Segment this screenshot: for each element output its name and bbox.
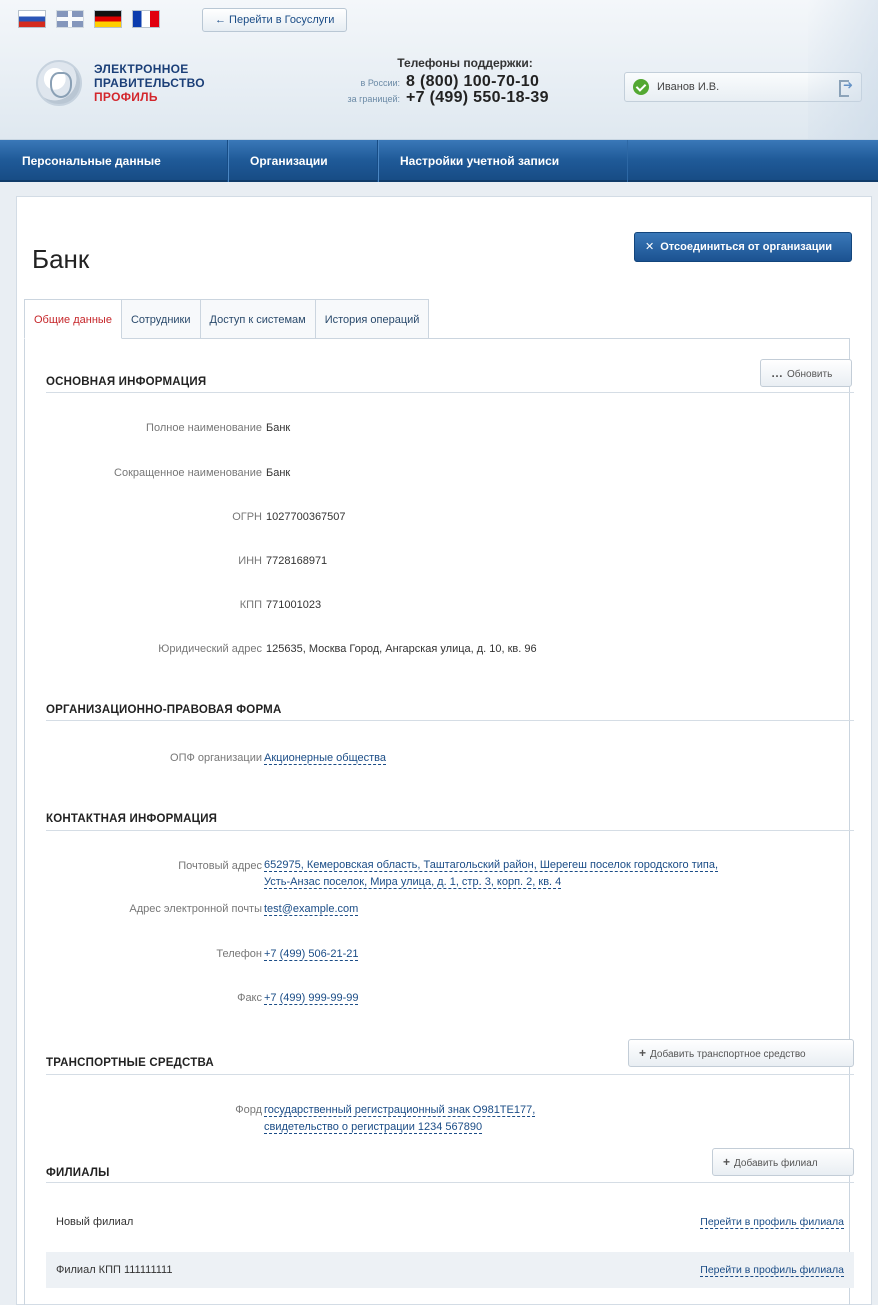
branch-name: Новый филиал <box>56 1216 134 1228</box>
logo-line-2: ПРАВИТЕЛЬСТВО <box>94 76 205 90</box>
field-value-inn: 7728168971 <box>266 555 328 567</box>
field-label-ogrn: ОГРН <box>232 511 262 523</box>
field-link-fax[interactable]: +7 (499) 999-99-99 <box>264 990 359 1007</box>
detach-organization-button[interactable]: ✕ Отсоединиться от организации <box>634 232 852 262</box>
field-link-email[interactable]: test@example.com <box>264 901 359 918</box>
field-link-opf[interactable]: Акционерные общества <box>264 750 387 767</box>
section-divider <box>46 830 854 831</box>
field-label-fax: Факс <box>237 992 262 1004</box>
close-icon: ✕ <box>645 241 655 253</box>
support-russia-label: в России: <box>360 78 400 88</box>
logout-icon[interactable] <box>837 78 853 97</box>
section-title-contacts: КОНТАКТНАЯ ИНФОРМАЦИЯ <box>46 813 218 825</box>
tabs: Общие данные Сотрудники Доступ к система… <box>24 299 430 339</box>
nav-item-organizations[interactable]: Организации <box>228 140 378 182</box>
field-label-short-name: Сокращенное наименование <box>114 467 262 479</box>
user-panel[interactable]: Иванов И.В. <box>624 72 862 102</box>
field-label-vehicle: Форд <box>235 1104 262 1116</box>
field-link-postal-address[interactable]: 652975, Кемеровская область, Таштагольск… <box>264 857 719 891</box>
emblem-icon <box>36 60 82 106</box>
tab-operations-history[interactable]: История операций <box>315 299 430 339</box>
language-switcher <box>18 10 160 28</box>
field-link-vehicle[interactable]: государственный регистрационный знак О98… <box>264 1102 536 1136</box>
tab-employees[interactable]: Сотрудники <box>121 299 201 339</box>
nav-item-personal-data[interactable]: Персональные данные <box>0 140 228 182</box>
section-divider <box>46 720 854 721</box>
logo-line-1: ЭЛЕКТРОННОЕ <box>94 62 189 76</box>
refresh-button[interactable]: … Обновить <box>760 359 852 387</box>
branch-profile-link[interactable]: Перейти в профиль филиала <box>700 1264 844 1277</box>
logo[interactable]: ЭЛЕКТРОННОЕ ПРАВИТЕЛЬСТВО ПРОФИЛЬ <box>36 60 205 106</box>
add-branch-button[interactable]: + Добавить филиал <box>712 1148 854 1176</box>
section-divider <box>46 392 854 393</box>
branch-profile-link[interactable]: Перейти в профиль филиала <box>700 1216 844 1229</box>
branch-name: Филиал КПП 111111111 <box>56 1264 173 1276</box>
field-value-full-name: Банк <box>266 422 291 434</box>
main-nav: Персональные данные Организации Настройк… <box>0 140 878 182</box>
tab-general-data[interactable]: Общие данные <box>24 299 122 339</box>
flag-ru-icon[interactable] <box>18 10 46 28</box>
check-icon <box>633 79 649 95</box>
plus-icon: + <box>723 1155 731 1169</box>
nav-item-account-settings[interactable]: Настройки учетной записи <box>378 140 628 182</box>
support-abroad-phone: +7 (499) 550-18-39 <box>406 89 549 106</box>
field-label-full-name: Полное наименование <box>146 422 262 434</box>
field-label-inn: ИНН <box>238 555 262 567</box>
section-title-vehicles: ТРАНСПОРТНЫЕ СРЕДСТВА <box>46 1057 214 1069</box>
flag-gb-icon[interactable] <box>56 10 84 28</box>
section-title-branches: ФИЛИАЛЫ <box>46 1167 110 1179</box>
list-item: Филиал КПП 111111111 Перейти в профиль ф… <box>46 1252 854 1288</box>
list-item: Новый филиал Перейти в профиль филиала <box>46 1204 854 1240</box>
field-label-kpp: КПП <box>239 599 262 611</box>
section-divider <box>46 1182 854 1183</box>
field-value-kpp: 771001023 <box>266 599 322 611</box>
field-label-legal-address: Юридический адрес <box>158 643 262 655</box>
refresh-icon: … <box>771 366 783 380</box>
field-label-opf: ОПФ организации <box>170 752 262 764</box>
logo-line-3: ПРОФИЛЬ <box>94 90 158 104</box>
support-caption: Телефоны поддержки: <box>397 56 533 70</box>
field-label-phone: Телефон <box>216 948 262 960</box>
user-name[interactable]: Иванов И.В. <box>657 81 837 93</box>
field-link-phone[interactable]: +7 (499) 506-21-21 <box>264 946 359 963</box>
section-divider <box>46 1074 854 1075</box>
field-value-ogrn: 1027700367507 <box>266 511 346 523</box>
section-title-main-info: ОСНОВНАЯ ИНФОРМАЦИЯ <box>46 376 207 388</box>
page-title: Банк <box>32 244 90 274</box>
field-value-short-name: Банк <box>266 467 291 479</box>
field-value-legal-address: 125635, Москва Город, Ангарская улица, д… <box>266 643 537 655</box>
flag-de-icon[interactable] <box>94 10 122 28</box>
flag-fr-icon[interactable] <box>132 10 160 28</box>
support-abroad-row: за границей: +7 (499) 550-18-39 <box>340 89 560 107</box>
site-header: ← Перейти в Госуслуги ЭЛЕКТРОННОЕ ПРАВИТ… <box>0 0 878 140</box>
field-label-postal-address: Почтовый адрес <box>178 860 262 872</box>
plus-icon: + <box>639 1046 647 1060</box>
support-abroad-label: за границей: <box>347 94 400 104</box>
section-title-legal-form: ОРГАНИЗАЦИОННО-ПРАВОВАЯ ФОРМА <box>46 704 282 716</box>
gosuslugi-link-button[interactable]: ← Перейти в Госуслуги <box>202 8 348 32</box>
tab-system-access[interactable]: Доступ к системам <box>200 299 316 339</box>
field-label-email: Адрес электронной почты <box>129 903 262 915</box>
add-vehicle-button[interactable]: + Добавить транспортное средство <box>628 1039 854 1067</box>
